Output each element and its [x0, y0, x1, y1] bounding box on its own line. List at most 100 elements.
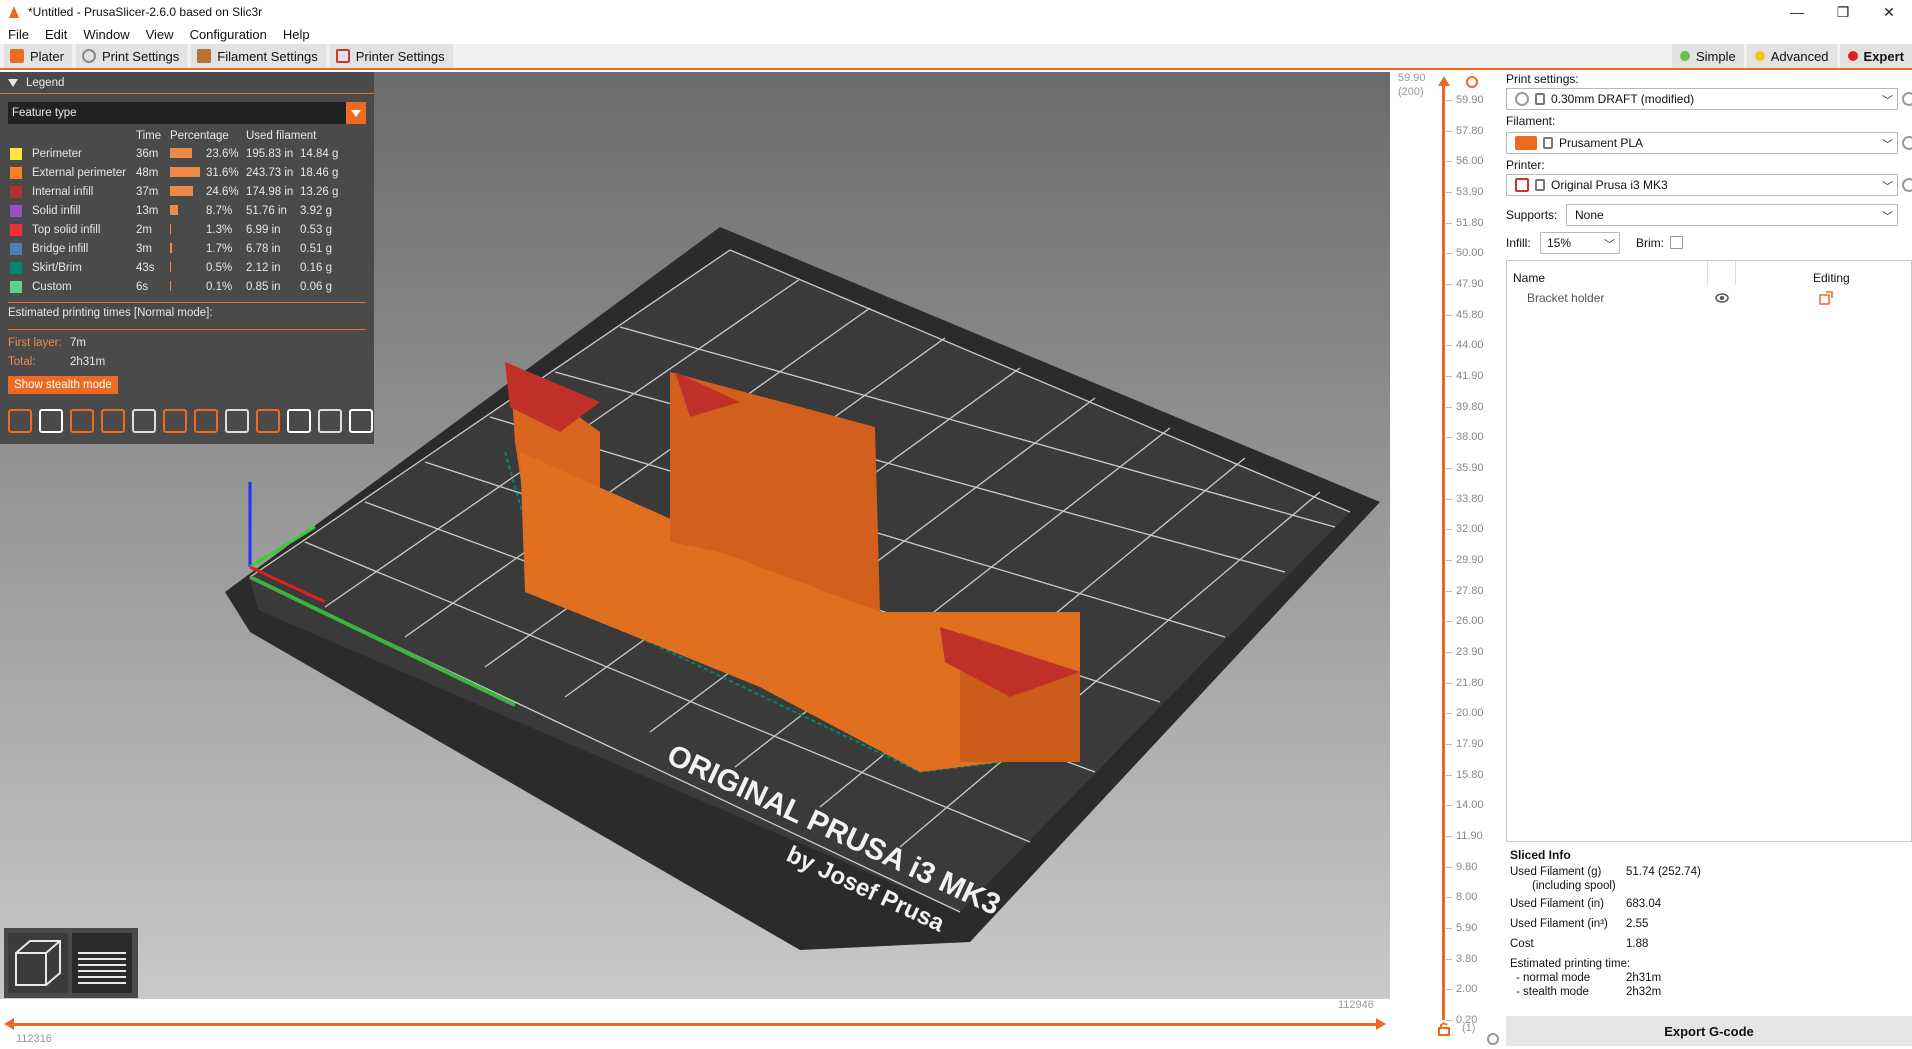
custom-gcode-icon[interactable]	[256, 409, 280, 433]
percentage-bar	[170, 148, 193, 158]
cost-value: 1.88	[1626, 938, 1649, 950]
eye-icon[interactable]	[1715, 292, 1729, 304]
shells-icon[interactable]	[318, 409, 342, 433]
legend-color-swatch	[10, 243, 22, 255]
view-type-select[interactable]: Feature type	[8, 102, 366, 124]
hslider-left-thumb-icon[interactable]	[2, 1017, 16, 1031]
mode-simple[interactable]: Simple	[1671, 44, 1744, 68]
maximize-button[interactable]: ❐	[1820, 0, 1866, 24]
menu-window[interactable]: Window	[75, 27, 137, 42]
legend-row[interactable]: Custom 6s 0.1% 0.85 in 0.06 g	[0, 279, 374, 298]
settings-cog-icon[interactable]	[1486, 1032, 1500, 1046]
cog-icon[interactable]	[1464, 74, 1480, 90]
tool-marker-icon[interactable]	[349, 409, 373, 433]
menu-edit[interactable]: Edit	[37, 27, 75, 42]
object-row[interactable]: Bracket holder	[1507, 289, 1911, 309]
legend-row[interactable]: External perimeter 48m 31.6% 243.73 in 18.46…	[0, 165, 374, 184]
tool-changes-icon[interactable]	[163, 409, 187, 433]
legend-separator	[8, 302, 366, 303]
horizontal-slider[interactable]: 112946 112316	[0, 999, 1390, 1049]
infill-combo[interactable]: 15% ﹀	[1540, 232, 1620, 254]
edit-icon[interactable]	[1819, 291, 1833, 305]
hslider-right-thumb-icon[interactable]	[1374, 1017, 1388, 1031]
tab-filament-settings[interactable]: Filament Settings	[191, 44, 326, 68]
filament-edit-gear-icon[interactable]	[1902, 136, 1912, 150]
name-column-header[interactable]: Name	[1513, 271, 1545, 285]
supports-value: None	[1575, 208, 1604, 222]
object-name: Bracket holder	[1527, 291, 1605, 305]
tick-mark	[1446, 866, 1452, 868]
menu-view[interactable]: View	[138, 27, 182, 42]
mode-advanced[interactable]: Advanced	[1746, 44, 1837, 68]
legend-feature-time: 48m	[136, 167, 159, 179]
legend-separator	[8, 329, 366, 330]
tick-mark	[1446, 1020, 1452, 1021]
supports-combo[interactable]: None ﹀	[1566, 204, 1898, 226]
3d-view-button[interactable]	[8, 933, 68, 993]
vslider-track[interactable]	[1442, 80, 1445, 1020]
printer-label: Printer:	[1506, 158, 1545, 172]
filament-combo[interactable]: Prusament PLA ﹀	[1506, 132, 1898, 154]
unlock-icon[interactable]	[1436, 1022, 1452, 1036]
legend-feature-percentage: 0.5%	[206, 262, 233, 274]
printer-edit-gear-icon[interactable]	[1902, 178, 1912, 192]
right-sidebar: Print settings: 0.30mm DRAFT (modified) …	[1500, 72, 1912, 1049]
legend-row[interactable]: Bridge infill 3m 1.7% 6.78 in 0.51 g	[0, 241, 374, 260]
tick-mark	[1446, 376, 1452, 377]
tick-mark	[1446, 958, 1452, 960]
wipe-icon[interactable]	[39, 409, 63, 433]
menu-bar: File Edit Window View Configuration Help	[0, 24, 1912, 44]
retractions-icon[interactable]	[70, 409, 94, 433]
print-settings-combo[interactable]: 0.30mm DRAFT (modified) ﹀	[1506, 88, 1898, 110]
close-button[interactable]: ✕	[1866, 0, 1912, 24]
legend-feature-name: Perimeter	[32, 148, 82, 160]
travel-icon[interactable]	[8, 409, 32, 433]
tab-print-settings[interactable]: Print Settings	[75, 44, 188, 68]
percentage-bar	[170, 205, 179, 215]
3d-preview-canvas[interactable]: ORIGINAL PRUSA i3 MK3 by Josef Prusa Leg…	[0, 72, 1390, 999]
center-of-gravity-icon[interactable]	[287, 409, 311, 433]
color-changes-icon[interactable]	[194, 409, 218, 433]
tab-plater[interactable]: Plater	[4, 44, 72, 68]
legend-color-swatch	[10, 224, 22, 236]
object-list: Name Editing Bracket holder	[1506, 260, 1912, 842]
legend-header[interactable]: Legend	[0, 72, 374, 94]
legend-row[interactable]: Internal infill 37m 24.6% 174.98 in 13.26 g	[0, 184, 374, 203]
printer-combo[interactable]: Original Prusa i3 MK3 ﹀	[1506, 174, 1898, 196]
mode-simple-label: Simple	[1695, 48, 1736, 64]
menu-help[interactable]: Help	[275, 27, 318, 42]
seams-icon[interactable]	[132, 409, 156, 433]
print-settings-edit-gear-icon[interactable]	[1902, 92, 1912, 106]
legend-feature-length: 195.83 in	[246, 148, 294, 160]
brim-checkbox[interactable]	[1670, 236, 1683, 249]
simple-dot-icon	[1679, 51, 1690, 61]
chevron-down-icon: ﹀	[1882, 211, 1893, 223]
legend-row[interactable]: Solid infill 13m 8.7% 51.76 in 3.92 g	[0, 203, 374, 222]
minimize-button[interactable]: —	[1774, 0, 1820, 24]
menu-file[interactable]: File	[0, 27, 37, 42]
tick-mark	[1446, 897, 1452, 899]
export-gcode-button[interactable]: Export G-code	[1506, 1016, 1912, 1046]
used-filament-in3-label: Used Filament (in³)	[1510, 918, 1608, 930]
used-filament-g-label: Used Filament (g)	[1510, 866, 1602, 878]
deretractions-icon[interactable]	[101, 409, 125, 433]
used-filament-in3-value: 2.55	[1626, 918, 1649, 930]
vslider-top-thumb-icon[interactable]	[1436, 74, 1452, 88]
vertical-slider[interactable]: 59.90 (200) 59.90 57.80 56.00 53.90 51.80 50.…	[1390, 72, 1500, 1049]
mode-expert[interactable]: Expert	[1839, 44, 1912, 68]
hslider-track[interactable]	[8, 1023, 1382, 1026]
sliced-info-title: Sliced Info	[1510, 848, 1571, 862]
preview-layers-button[interactable]	[72, 933, 132, 993]
legend-row[interactable]: Perimeter 36m 23.6% 195.83 in 14.84 g	[0, 146, 374, 165]
menu-configuration[interactable]: Configuration	[182, 27, 275, 42]
layer-height-tick: 57.80	[1456, 124, 1484, 137]
tab-printer-settings-label: Printer Settings	[355, 48, 445, 64]
editing-column-header[interactable]: Editing	[1813, 271, 1850, 285]
tab-printer-settings[interactable]: Printer Settings	[329, 44, 453, 68]
pause-icon[interactable]	[225, 409, 249, 433]
prusaslicer-logo-icon	[9, 6, 19, 18]
legend-row[interactable]: Top solid infill 2m 1.3% 6.99 in 0.53 g	[0, 222, 374, 241]
legend-row[interactable]: Skirt/Brim 43s 0.5% 2.12 in 0.16 g	[0, 260, 374, 279]
show-stealth-mode-button[interactable]: Show stealth mode	[8, 376, 118, 394]
legend-feature-weight: 3.92 g	[300, 205, 332, 217]
